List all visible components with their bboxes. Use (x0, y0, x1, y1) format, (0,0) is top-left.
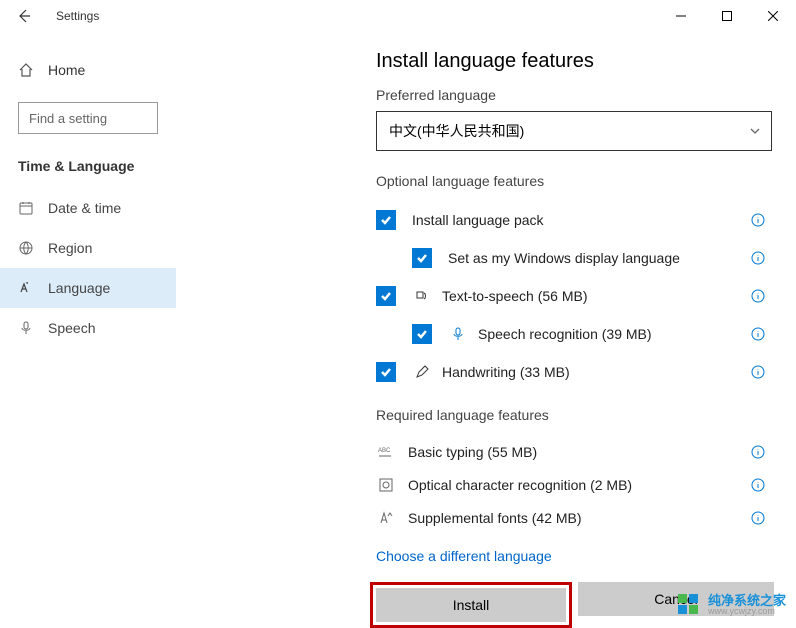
required-basic-typing: ABC Basic typing (55 MB) (376, 435, 772, 468)
required-label: Basic typing (55 MB) (408, 444, 537, 460)
required-label: Optical character recognition (2 MB) (408, 477, 632, 493)
nav-home[interactable]: Home (0, 52, 176, 88)
sidebar: Home Find a setting Time & Language Date… (0, 32, 176, 626)
globe-icon (18, 240, 34, 256)
font-icon (376, 510, 396, 526)
back-button[interactable] (0, 0, 48, 32)
checkbox-handwriting[interactable] (376, 362, 396, 382)
info-icon[interactable] (750, 510, 766, 526)
sidebar-item-language[interactable]: Language (0, 268, 176, 308)
info-icon[interactable] (750, 326, 766, 342)
sidebar-item-label: Language (48, 280, 110, 296)
pen-icon (412, 364, 432, 380)
tts-icon (412, 288, 432, 304)
maximize-icon (722, 11, 732, 21)
maximize-button[interactable] (704, 0, 750, 32)
check-icon (415, 251, 429, 265)
window-controls (658, 0, 796, 32)
info-icon[interactable] (750, 364, 766, 380)
sidebar-item-label: Speech (48, 320, 95, 336)
sidebar-item-label: Region (48, 240, 92, 256)
required-label: Supplemental fonts (42 MB) (408, 510, 582, 526)
info-icon[interactable] (750, 444, 766, 460)
required-ocr: Optical character recognition (2 MB) (376, 468, 772, 501)
feature-text-to-speech: Text-to-speech (56 MB) (376, 277, 772, 315)
checkbox-speech-rec[interactable] (412, 324, 432, 344)
feature-label: Set as my Windows display language (448, 250, 680, 266)
preferred-language-label: Preferred language (376, 87, 792, 103)
language-icon (18, 280, 34, 296)
info-icon[interactable] (750, 477, 766, 493)
feature-handwriting: Handwriting (33 MB) (376, 353, 772, 391)
preferred-language-select[interactable]: 中文(中华人民共和国) (376, 111, 772, 151)
feature-label: Speech recognition (39 MB) (478, 326, 652, 342)
info-icon[interactable] (750, 250, 766, 266)
checkbox-tts[interactable] (376, 286, 396, 306)
microphone-icon (18, 320, 34, 336)
info-icon[interactable] (750, 212, 766, 228)
nav-home-label: Home (48, 62, 85, 78)
minimize-button[interactable] (658, 0, 704, 32)
required-features-header: Required language features (376, 407, 792, 423)
home-icon (18, 62, 34, 78)
info-icon[interactable] (750, 288, 766, 304)
content-area: ⌄ rer will appear in this uage in the li… (176, 32, 796, 626)
sidebar-item-region[interactable]: Region (0, 228, 176, 268)
sidebar-item-date-time[interactable]: Date & time (0, 188, 176, 228)
feature-label: Handwriting (33 MB) (442, 364, 570, 380)
feature-label: Text-to-speech (56 MB) (442, 288, 588, 304)
watermark: 纯净系统之家 www.ycwjzy.com (676, 592, 786, 618)
titlebar: Settings (0, 0, 796, 32)
choose-different-language-link[interactable]: Choose a different language (376, 548, 552, 564)
close-button[interactable] (750, 0, 796, 32)
chevron-down-icon (749, 125, 761, 137)
watermark-url: www.ycwjzy.com (708, 607, 786, 616)
ocr-icon (376, 477, 396, 493)
svg-text:ABC: ABC (378, 448, 391, 454)
search-placeholder: Find a setting (29, 111, 107, 126)
required-fonts: Supplemental fonts (42 MB) (376, 501, 772, 534)
close-icon (768, 11, 778, 21)
back-arrow-icon (16, 8, 32, 24)
checkbox-install-pack[interactable] (376, 210, 396, 230)
optional-features-header: Optional language features (376, 173, 792, 189)
install-language-dialog: Install language features Preferred lang… (352, 32, 792, 628)
sidebar-section-title: Time & Language (0, 152, 176, 188)
check-icon (415, 327, 429, 341)
install-highlight: Install (370, 582, 572, 628)
sidebar-item-speech[interactable]: Speech (0, 308, 176, 348)
watermark-logo-icon (676, 592, 702, 618)
checkbox-display-language[interactable] (412, 248, 432, 268)
calendar-icon (18, 200, 34, 216)
feature-install-language-pack: Install language pack (376, 201, 772, 239)
microphone-icon (448, 326, 468, 342)
minimize-icon (676, 11, 686, 21)
check-icon (379, 289, 393, 303)
install-button[interactable]: Install (376, 588, 566, 622)
sidebar-item-label: Date & time (48, 200, 121, 216)
check-icon (379, 213, 393, 227)
feature-speech-recognition: Speech recognition (39 MB) (376, 315, 772, 353)
dialog-title: Install language features (376, 32, 792, 73)
abc-icon: ABC (376, 444, 396, 460)
feature-display-language: Set as my Windows display language (376, 239, 772, 277)
selected-language-value: 中文(中华人民共和国) (389, 121, 524, 141)
search-input[interactable]: Find a setting (18, 102, 158, 134)
feature-label: Install language pack (412, 212, 544, 228)
check-icon (379, 365, 393, 379)
window-title: Settings (56, 9, 99, 23)
